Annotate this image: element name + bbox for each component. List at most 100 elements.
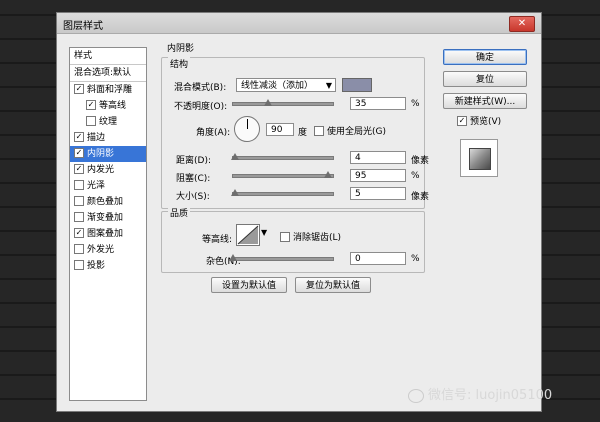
style-item-checkbox[interactable] <box>74 211 84 222</box>
distance-slider-thumb[interactable] <box>231 153 239 160</box>
ok-button[interactable]: 确定 <box>443 49 527 65</box>
preview-checkbox[interactable]: ✓ <box>457 115 467 126</box>
style-item-checkbox[interactable] <box>74 179 84 190</box>
antialias-option[interactable]: 消除锯齿(L) <box>280 230 341 243</box>
global-light-option[interactable]: 使用全局光(G) <box>314 124 386 137</box>
style-items: ✓ 斜面和浮雕 ✓ 等高线 纹理 ✓ 描边 ✓ 内阴影 ✓ 内发光 光泽 颜色叠加 渐变叠加 ✓ 图案叠加 外发… <box>70 82 146 274</box>
style-item-checkbox[interactable]: ✓ <box>74 147 84 158</box>
watermark-text: 微信号: luojin05100 <box>428 388 553 403</box>
reset-default-button[interactable]: 复位为默认值 <box>295 277 371 293</box>
styles-list: 样式 混合选项:默认 ✓ 斜面和浮雕 ✓ 等高线 纹理 ✓ 描边 ✓ 内阴影 ✓ 内发光 光泽 颜色叠加… <box>69 47 147 401</box>
style-item-label: 外发光 <box>87 245 115 255</box>
style-item-label: 描边 <box>87 133 106 143</box>
style-item-checkbox[interactable] <box>74 195 84 206</box>
style-item-label: 渐变叠加 <box>87 213 124 223</box>
opacity-input[interactable]: 35 <box>350 97 406 110</box>
size-label: 大小(S): <box>176 192 210 202</box>
blend-mode-value: 线性减淡（添加） <box>241 81 314 91</box>
opacity-slider-track[interactable] <box>232 102 334 106</box>
style-item-label: 斜面和浮雕 <box>87 85 133 95</box>
opacity-unit: % <box>411 99 420 109</box>
structure-title: 结构 <box>168 57 191 70</box>
preview-label: 预览(V) <box>470 117 502 127</box>
quality-title: 品质 <box>168 206 191 219</box>
angle-dial[interactable] <box>234 116 260 142</box>
size-slider-track[interactable] <box>232 192 334 196</box>
style-preview-thumbnail <box>460 139 498 177</box>
style-item-10[interactable]: 外发光 <box>70 242 146 258</box>
style-item-label: 等高线 <box>99 101 127 111</box>
style-item-0[interactable]: ✓ 斜面和浮雕 <box>70 82 146 98</box>
inner-shadow-title: 内阴影 <box>167 44 195 54</box>
style-item-label: 投影 <box>87 261 106 271</box>
close-button[interactable]: ✕ <box>509 16 535 32</box>
shadow-color-swatch[interactable] <box>342 78 372 92</box>
style-item-checkbox[interactable]: ✓ <box>74 83 84 94</box>
style-item-label: 图案叠加 <box>87 229 124 239</box>
blend-mode-select[interactable]: 线性减淡（添加） ▼ <box>236 78 336 92</box>
distance-slider-track[interactable] <box>232 156 334 160</box>
choke-input[interactable]: 95 <box>350 169 406 182</box>
blend-mode-label: 混合模式(B): <box>174 83 227 93</box>
contour-dropdown-arrow-icon[interactable]: ▼ <box>261 228 267 237</box>
style-item-7[interactable]: 颜色叠加 <box>70 194 146 210</box>
structure-group: 结构 混合模式(B): 线性减淡（添加） ▼ 不透明度(O): 35 % 角度(… <box>161 57 429 209</box>
new-style-button[interactable]: 新建样式(W)... <box>443 93 527 109</box>
wechat-logo-icon <box>408 388 424 403</box>
style-item-11[interactable]: 投影 <box>70 258 146 274</box>
size-input[interactable]: 5 <box>350 187 406 200</box>
antialias-checkbox[interactable] <box>280 231 290 242</box>
distance-unit: 像素 <box>411 156 430 166</box>
size-unit: 像素 <box>411 192 430 202</box>
antialias-label: 消除锯齿(L) <box>293 233 342 243</box>
style-item-label: 内阴影 <box>87 149 115 159</box>
style-item-checkbox[interactable] <box>74 243 84 254</box>
style-item-checkbox[interactable]: ✓ <box>86 99 96 110</box>
layer-style-dialog: 图层样式 ✕ 样式 混合选项:默认 ✓ 斜面和浮雕 ✓ 等高线 纹理 ✓ 描边 ✓ 内阴影 ✓ 内发… <box>56 12 542 412</box>
global-light-label: 使用全局光(G) <box>327 127 386 137</box>
noise-slider-track[interactable] <box>232 257 334 261</box>
style-item-checkbox[interactable]: ✓ <box>74 163 84 174</box>
distance-input[interactable]: 4 <box>350 151 406 164</box>
style-item-label: 纹理 <box>99 117 118 127</box>
styles-header[interactable]: 样式 <box>70 48 146 65</box>
style-item-checkbox[interactable] <box>86 115 96 126</box>
choke-slider-track[interactable] <box>232 174 334 178</box>
style-item-4[interactable]: ✓ 内阴影 <box>70 146 146 162</box>
angle-needle <box>247 119 248 129</box>
preview-option[interactable]: ✓ 预览(V) <box>457 114 501 127</box>
noise-slider-thumb[interactable] <box>229 254 237 261</box>
style-item-3[interactable]: ✓ 描边 <box>70 130 146 146</box>
style-item-6[interactable]: 光泽 <box>70 178 146 194</box>
style-item-checkbox[interactable]: ✓ <box>74 131 84 142</box>
reset-button[interactable]: 复位 <box>443 71 527 87</box>
distance-label: 距离(D): <box>176 156 211 166</box>
style-item-9[interactable]: ✓ 图案叠加 <box>70 226 146 242</box>
angle-input[interactable]: 90 <box>266 123 294 136</box>
size-slider-thumb[interactable] <box>231 189 239 196</box>
style-item-1[interactable]: ✓ 等高线 <box>70 98 146 114</box>
style-item-label: 颜色叠加 <box>87 197 124 207</box>
opacity-label: 不透明度(O): <box>174 102 228 112</box>
choke-slider-thumb[interactable] <box>324 171 332 178</box>
contour-curve-icon <box>237 225 259 245</box>
global-light-checkbox[interactable] <box>314 125 324 136</box>
set-default-button[interactable]: 设置为默认值 <box>211 277 287 293</box>
style-item-label: 内发光 <box>87 165 115 175</box>
style-item-5[interactable]: ✓ 内发光 <box>70 162 146 178</box>
style-item-checkbox[interactable]: ✓ <box>74 227 84 238</box>
title-bar: 图层样式 ✕ <box>57 13 541 34</box>
style-item-8[interactable]: 渐变叠加 <box>70 210 146 226</box>
noise-input[interactable]: 0 <box>350 252 406 265</box>
preview-bevel-swatch <box>469 148 491 170</box>
style-item-checkbox[interactable] <box>74 259 84 270</box>
contour-label: 等高线: <box>202 235 233 245</box>
chevron-down-icon: ▼ <box>325 81 332 90</box>
angle-label: 角度(A): <box>196 128 231 138</box>
choke-unit: % <box>411 171 420 181</box>
style-item-2[interactable]: 纹理 <box>70 114 146 130</box>
opacity-slider-thumb[interactable] <box>264 99 272 106</box>
contour-picker[interactable] <box>236 224 260 246</box>
choke-label: 阻塞(C): <box>176 174 211 184</box>
blend-options-default[interactable]: 混合选项:默认 <box>70 65 146 82</box>
